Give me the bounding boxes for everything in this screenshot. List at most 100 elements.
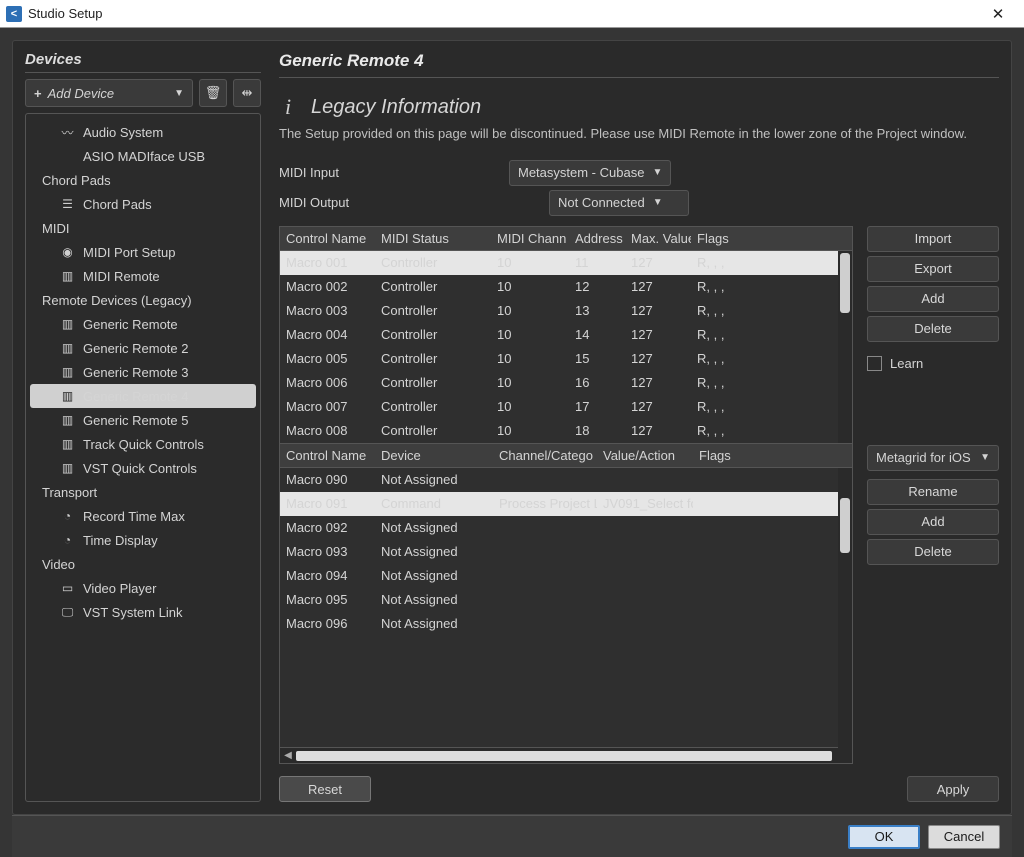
apply-button[interactable]: Apply (907, 776, 999, 802)
export-button[interactable]: Export (867, 256, 999, 282)
col-flags[interactable]: Flags (691, 231, 852, 246)
vertical-scrollbar[interactable] (838, 251, 852, 443)
midi-output-dropdown[interactable]: Not Connected ▼ (549, 190, 689, 216)
add-button[interactable]: Add (867, 286, 999, 312)
tree-item[interactable]: ◉MIDI Port Setup (30, 240, 256, 264)
table-row[interactable]: Macro 091CommandProcess Project LJV091_S… (280, 492, 852, 516)
table-row[interactable]: Macro 096Not Assigned (280, 612, 852, 636)
delete-device-button[interactable]: 🗑 (199, 79, 227, 107)
content-area: Control Name MIDI Status MIDI Chann Addr… (279, 226, 999, 765)
col-device[interactable]: Device (375, 448, 493, 463)
table-row[interactable]: Macro 090Not Assigned (280, 468, 852, 492)
vertical-scrollbar[interactable] (838, 468, 852, 764)
delete-button[interactable]: Delete (867, 316, 999, 342)
tree-item[interactable]: ◔Time Display (30, 528, 256, 552)
table-row[interactable]: Macro 093Not Assigned (280, 540, 852, 564)
preset-rename-button[interactable]: Rename (867, 479, 999, 505)
tree-item[interactable]: ▥Generic Remote 5 (30, 408, 256, 432)
cell: Controller (375, 399, 491, 414)
tree-item[interactable]: ▥Generic Remote 4 (30, 384, 256, 408)
horizontal-scrollbar[interactable]: ◀ ▶ (280, 747, 852, 763)
window-title: Studio Setup (28, 6, 978, 21)
col-control-name[interactable]: Control Name (280, 448, 375, 463)
chevron-down-icon: ▼ (652, 167, 662, 178)
tree-item-label: Generic Remote 5 (83, 413, 189, 428)
table-row[interactable]: Macro 006Controller1016127R, , , (280, 371, 852, 395)
cell: 10 (491, 399, 569, 414)
scroll-left-arrow[interactable]: ◀ (280, 750, 296, 761)
cell: Macro 005 (280, 351, 375, 366)
table-row[interactable]: Macro 001Controller1011127R, , , (280, 251, 852, 275)
import-button[interactable]: Import (867, 226, 999, 252)
col-flags[interactable]: Flags (693, 448, 852, 463)
checkbox-box (867, 356, 882, 371)
cell: Controller (375, 255, 491, 270)
table-row[interactable]: Macro 007Controller1017127R, , , (280, 395, 852, 419)
tree-item[interactable]: ◔Record Time Max (30, 504, 256, 528)
window-close-button[interactable]: ✕ (978, 5, 1018, 23)
legacy-heading: Legacy Information (311, 96, 481, 119)
cell: Macro 001 (280, 255, 375, 270)
preset-dropdown[interactable]: Metagrid for iOS - . ▼ (867, 445, 999, 471)
table-row[interactable]: Macro 005Controller1015127R, , , (280, 347, 852, 371)
tree-item[interactable]: ▥Generic Remote 2 (30, 336, 256, 360)
scroll-track[interactable] (296, 751, 832, 761)
cancel-button[interactable]: Cancel (928, 825, 1000, 849)
table-row[interactable]: Macro 094Not Assigned (280, 564, 852, 588)
sliders-icon: ☰ (60, 197, 75, 211)
tree-item-label: Remote Devices (Legacy) (42, 293, 192, 308)
table-row[interactable]: Macro 004Controller1014127R, , , (280, 323, 852, 347)
cell: R, , , (691, 303, 852, 318)
tree-item[interactable]: ▭Video Player (30, 576, 256, 600)
scroll-thumb[interactable] (840, 498, 850, 553)
side-buttons: Import Export Add Delete Learn Metagrid for… (867, 226, 999, 765)
ok-button[interactable]: OK (848, 825, 920, 849)
reset-layout-button[interactable]: ⇹ (233, 79, 261, 107)
midi-input-dropdown[interactable]: Metasystem - Cubase ▼ (509, 160, 671, 186)
col-max-value[interactable]: Max. Value (625, 231, 691, 246)
table-row[interactable]: Macro 095Not Assigned (280, 588, 852, 612)
cell: Macro 002 (280, 279, 375, 294)
table-body[interactable]: Macro 001Controller1011127R, , ,Macro 00… (280, 251, 852, 443)
col-channel-category[interactable]: Channel/Catego (493, 448, 597, 463)
tree-item-label: Video Player (83, 581, 156, 596)
cell: Macro 093 (280, 544, 375, 559)
table-row[interactable]: Macro 092Not Assigned (280, 516, 852, 540)
preset-add-button[interactable]: Add (867, 509, 999, 535)
table-row[interactable]: Macro 008Controller1018127R, , , (280, 419, 852, 443)
tree-item[interactable]: ▥Track Quick Controls (30, 432, 256, 456)
col-midi-status[interactable]: MIDI Status (375, 231, 491, 246)
tree-item[interactable]: 🖵VST System Link (30, 600, 256, 624)
tree-item-label: Generic Remote (83, 317, 178, 332)
cell: Not Assigned (375, 616, 493, 631)
preset-delete-button[interactable]: Delete (867, 539, 999, 565)
table-header: Control Name Device Channel/Catego Value… (280, 444, 852, 468)
reset-button[interactable]: Reset (279, 776, 371, 802)
add-device-dropdown[interactable]: + Add Device ▼ (25, 79, 193, 107)
col-value-action[interactable]: Value/Action (597, 448, 693, 463)
tree-item[interactable]: ☰Chord Pads (30, 192, 256, 216)
spacer (867, 379, 999, 437)
col-control-name[interactable]: Control Name (280, 231, 375, 246)
cell: Macro 090 (280, 472, 375, 487)
learn-label: Learn (890, 356, 923, 371)
devices-tree[interactable]: 〰Audio SystemASIO MADIface USBChord Pads… (25, 113, 261, 802)
tree-item[interactable]: ▥VST Quick Controls (30, 456, 256, 480)
col-midi-channel[interactable]: MIDI Chann (491, 231, 569, 246)
tree-item[interactable]: ASIO MADIface USB (30, 144, 256, 168)
tree-item[interactable]: 〰Audio System (30, 120, 256, 144)
table-row[interactable]: Macro 002Controller1012127R, , , (280, 275, 852, 299)
cell: R, , , (691, 423, 852, 438)
table-body[interactable]: Macro 090Not AssignedMacro 091CommandPro… (280, 468, 852, 748)
tree-item[interactable]: ▥Generic Remote 3 (30, 360, 256, 384)
scroll-thumb[interactable] (840, 253, 850, 313)
tree-item[interactable]: ▥Generic Remote (30, 312, 256, 336)
col-address[interactable]: Address (569, 231, 625, 246)
chevron-down-icon: ▼ (653, 197, 663, 208)
learn-checkbox[interactable]: Learn (867, 356, 999, 371)
tree-item[interactable]: ▥MIDI Remote (30, 264, 256, 288)
table-row[interactable]: Macro 003Controller1013127R, , , (280, 299, 852, 323)
monitor-icon: 🖵 (60, 605, 75, 620)
app-icon: < (6, 6, 22, 22)
cell: 127 (625, 279, 691, 294)
